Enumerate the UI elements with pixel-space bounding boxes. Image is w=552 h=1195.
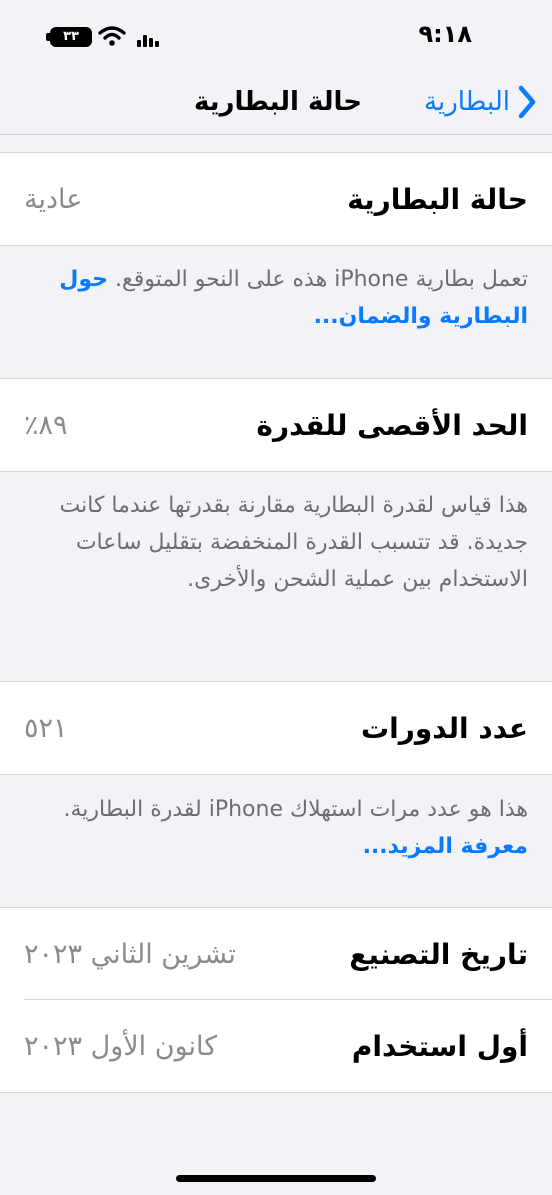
nav-divider (0, 134, 552, 135)
manufacture-date-row: تاريخ التصنيع تشرين الثاني ٢٠٢٣ (0, 907, 552, 1000)
nav-bar: البطارية حالة البطارية (0, 70, 552, 134)
status-bar: ٩:١٨ ٣٣ (0, 0, 552, 70)
manufacture-date-label: تاريخ التصنيع (349, 937, 528, 971)
status-time: ٩:١٨ (418, 20, 472, 48)
chevron-right-icon (518, 85, 536, 119)
battery-condition-note-text: تعمل بطارية iPhone هذه على النحو المتوقع… (115, 267, 528, 292)
home-indicator[interactable] (176, 1175, 376, 1182)
learn-more-link[interactable]: معرفة المزيد... (363, 834, 528, 859)
battery-icon: ٣٣ (50, 27, 92, 47)
cycle-count-note-text: هذا هو عدد مرات استهلاك iPhone لقدرة الب… (63, 797, 528, 822)
back-button[interactable]: البطارية (424, 82, 538, 122)
maximum-capacity-value: ٨٩٪ (24, 409, 68, 441)
first-use-label: أول استخدام (351, 1029, 528, 1063)
first-use-row: أول استخدام كانون الأول ٢٠٢٣ (0, 1000, 552, 1093)
battery-condition-label: حالة البطارية (347, 182, 528, 216)
maximum-capacity-label: الحد الأقصى للقدرة (256, 408, 528, 442)
battery-health-screen: ٩:١٨ ٣٣ البطارية حالة البطارية حالة البط… (0, 0, 552, 1195)
battery-condition-note: تعمل بطارية iPhone هذه على النحو المتوقع… (0, 261, 552, 335)
cycle-count-note: هذا هو عدد مرات استهلاك iPhone لقدرة الب… (0, 791, 552, 865)
maximum-capacity-row: الحد الأقصى للقدرة ٨٩٪ (0, 378, 552, 472)
battery-condition-row: حالة البطارية عادية (0, 152, 552, 246)
maximum-capacity-note: هذا قياس لقدرة البطارية مقارنة بقدرتها ع… (59, 493, 528, 592)
first-use-value: كانون الأول ٢٠٢٣ (24, 1030, 218, 1062)
signal-icon (137, 35, 159, 47)
manufacture-date-value: تشرين الثاني ٢٠٢٣ (24, 938, 236, 970)
wifi-icon (98, 26, 126, 46)
battery-condition-value: عادية (24, 183, 83, 215)
back-button-label: البطارية (424, 87, 510, 117)
page-title: حالة البطارية (194, 87, 362, 117)
cycle-count-row: عدد الدورات ٥٢١ (0, 681, 552, 775)
cycle-count-value: ٥٢١ (24, 712, 68, 744)
cycle-count-label: عدد الدورات (361, 711, 528, 745)
